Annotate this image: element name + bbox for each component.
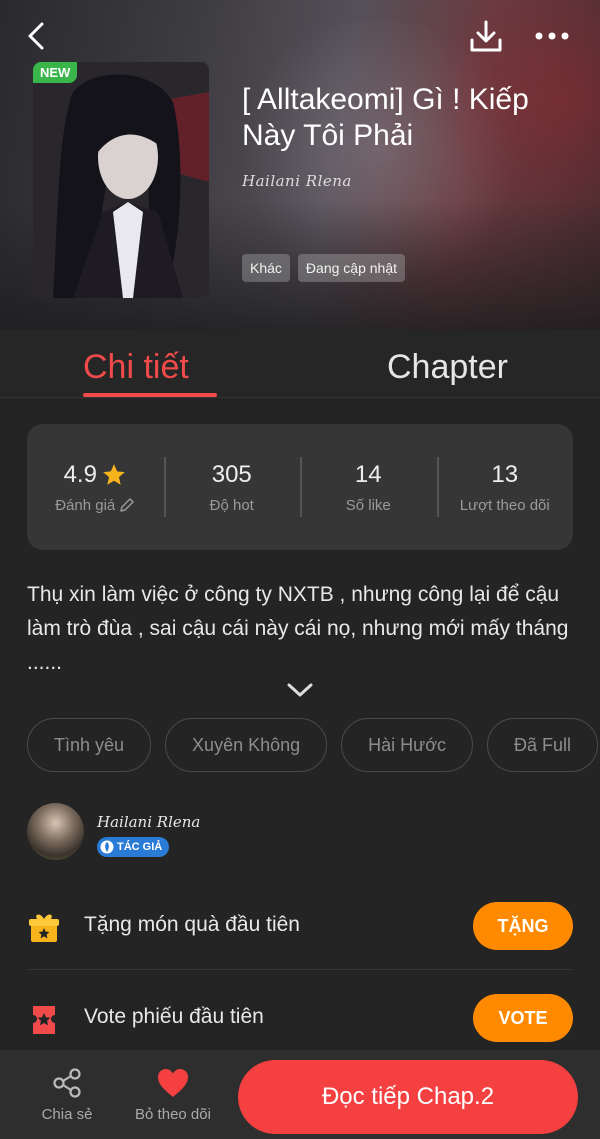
more-horizontal-icon <box>535 32 569 40</box>
tab-detail[interactable]: Chi tiết <box>83 348 189 387</box>
follows-label: Lượt theo dõi <box>459 496 550 514</box>
new-badge: NEW <box>33 62 78 83</box>
active-tab-indicator <box>83 393 217 397</box>
edit-pencil-icon[interactable] <box>119 497 135 513</box>
stat-rating[interactable]: 4.9 Đánh giá <box>27 461 164 514</box>
tab-chapter[interactable]: Chapter <box>387 348 508 387</box>
gift-button[interactable]: TẶNG <box>473 902 573 950</box>
cover-illustration <box>33 62 209 298</box>
gift-row: Tặng món quà đầu tiên TẶNG <box>27 880 573 970</box>
star-icon <box>103 463 125 485</box>
likes-value: 14 <box>354 460 382 488</box>
share-button[interactable]: Chia sẻ <box>17 1064 117 1123</box>
rating-value: 4.9 <box>63 460 97 488</box>
stat-follows: 13 Lượt theo dõi <box>436 456 574 517</box>
gift-prompt: Tặng món quà đầu tiên <box>84 913 300 936</box>
unfollow-button[interactable]: Bỏ theo dõi <box>123 1064 223 1123</box>
back-button[interactable] <box>14 14 58 58</box>
stats-card: 4.9 Đánh giá 305 Độ hot 14 Số like 13 Lư… <box>27 424 573 550</box>
rating-label: Đánh giá <box>55 496 116 514</box>
author-avatar[interactable] <box>27 803 84 860</box>
download-icon <box>470 20 502 52</box>
unfollow-label: Bỏ theo dõi <box>135 1106 211 1123</box>
vote-row: Vote phiếu đầu tiên VOTE <box>27 972 573 1062</box>
stat-likes: 14 Số like <box>300 456 437 517</box>
more-options-button[interactable] <box>530 14 574 58</box>
bottom-action-bar: Chia sẻ Bỏ theo dõi Đọc tiếp Chap.2 <box>0 1050 600 1139</box>
vote-button[interactable]: VOTE <box>473 994 573 1042</box>
story-summary: Thụ xin làm việc ở công ty NXTB , nhưng … <box>27 583 569 674</box>
genre-chip-completed[interactable]: Đã Full <box>487 718 599 772</box>
continue-reading-button[interactable]: Đọc tiếp Chap.2 <box>238 1060 578 1134</box>
genre-chip-romance[interactable]: Tình yêu <box>27 718 152 772</box>
hot-value: 305 <box>211 460 252 488</box>
vote-ticket-icon <box>27 1003 61 1037</box>
follows-value: 13 <box>491 460 519 488</box>
hot-label: Độ hot <box>209 496 254 514</box>
tag-status: Đang cập nhật <box>297 254 405 282</box>
genre-list: Tình yêu Xuyên Không Hài Hước Đã Full <box>27 718 599 772</box>
author-badge-label: TÁC GIẢ <box>117 841 163 853</box>
download-button[interactable] <box>464 14 508 58</box>
tag-category[interactable]: Khác <box>242 254 290 282</box>
gift-box-icon <box>27 911 61 945</box>
share-label: Chia sẻ <box>41 1106 93 1123</box>
author-role-badge: TÁC GIẢ <box>97 837 170 857</box>
heart-icon <box>158 1069 188 1097</box>
likes-label: Số like <box>345 496 391 514</box>
genre-chip-time-travel[interactable]: Xuyên Không <box>165 718 328 772</box>
chevron-left-icon <box>28 22 44 50</box>
author-name[interactable]: Hailani Rlena <box>97 813 200 831</box>
story-author-signature[interactable]: Hailani Rlena <box>242 172 352 190</box>
expand-summary-button[interactable] <box>284 678 316 702</box>
story-title: [ Alltakeomi] Gì ! Kiếp Này Tôi Phải <box>242 83 529 152</box>
story-cover-image[interactable]: NEW <box>33 62 209 298</box>
share-icon <box>53 1068 81 1098</box>
chevron-down-icon <box>287 683 313 697</box>
genre-chip-comedy[interactable]: Hài Hước <box>341 718 474 772</box>
vote-prompt: Vote phiếu đầu tiên <box>84 1005 264 1028</box>
stat-hot: 305 Độ hot <box>163 456 301 517</box>
quill-icon <box>100 840 114 854</box>
content-tabs: Chi tiết Chapter <box>0 330 600 398</box>
story-tags: Khác Đang cập nhật <box>242 254 405 282</box>
